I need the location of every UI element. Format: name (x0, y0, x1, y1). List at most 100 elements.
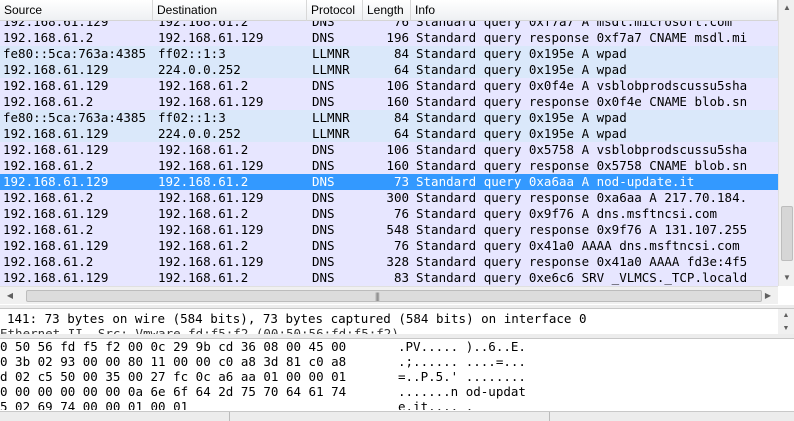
hex-dump-line[interactable]: 0 3b 02 93 00 00 80 11 00 00 c0 a8 3d 81… (0, 354, 794, 369)
column-header-protocol[interactable]: Protocol (307, 0, 363, 21)
packet-length: 64 (393, 62, 409, 77)
scroll-down-icon[interactable]: ▼ (778, 322, 794, 334)
packet-info: Standard query 0x41a0 AAAA dns.msftncsi.… (416, 238, 740, 253)
hex-bytes: 0 3b 02 93 00 00 80 11 00 00 c0 a8 3d 81… (0, 354, 347, 369)
scroll-up-icon[interactable]: ▲ (779, 0, 794, 16)
packet-length: 160 (386, 94, 409, 109)
packet-row[interactable]: fe80::5ca:763a:4385 ff02::1:3 LLMNR 84 Stand… (0, 46, 778, 62)
packet-destination: 192.168.61.129 (158, 158, 264, 173)
packet-info: Standard query 0x0f4e A vsblobprodscussu… (416, 78, 748, 93)
packet-source: 192.168.61.129 (3, 142, 109, 157)
packet-source: 192.168.61.2 (3, 222, 94, 237)
scroll-grip-icon: ||| (375, 291, 380, 301)
packet-source: 192.168.61.129 (3, 78, 109, 93)
vertical-scroll-thumb[interactable] (781, 206, 793, 261)
packet-protocol: DNS (312, 222, 335, 237)
packet-row[interactable]: 192.168.61.129 224.0.0.252 LLMNR 64 Standard… (0, 62, 778, 78)
packet-length: 73 (393, 174, 409, 189)
packet-protocol: LLMNR (312, 46, 350, 61)
status-profile-segment (552, 412, 794, 421)
packet-destination: 192.168.61.2 (158, 174, 249, 189)
packet-length: 328 (386, 254, 409, 269)
packet-info: Standard query 0xa6aa A nod-update.it (416, 174, 695, 189)
packet-destination: 192.168.61.129 (158, 190, 264, 205)
packet-protocol: DNS (312, 94, 335, 109)
packet-length: 64 (393, 126, 409, 141)
packet-protocol: DNS (312, 206, 335, 221)
hex-dump-line[interactable]: 5 02 69 74 00 00 01 00 01 e.it.... . (0, 399, 794, 410)
packet-row[interactable]: 192.168.61.129 192.168.61.2 DNS 106 Standard… (0, 78, 778, 94)
packet-length: 83 (393, 270, 409, 285)
packet-source: fe80::5ca:763a:4385 (3, 110, 146, 125)
packet-protocol: DNS (312, 78, 335, 93)
packet-source: 192.168.61.129 (3, 174, 109, 189)
frame-summary-line[interactable]: 141: 73 bytes on wire (584 bits), 73 byt… (7, 311, 586, 327)
column-header-length[interactable]: Length (363, 0, 411, 21)
packet-row[interactable]: 192.168.61.2 192.168.61.129 DNS 328 Standard… (0, 254, 778, 270)
packet-row[interactable]: 192.168.61.2 192.168.61.129 DNS 196 Standard… (0, 30, 778, 46)
packet-protocol: DNS (312, 190, 335, 205)
horizontal-scroll-thumb[interactable]: ||| (26, 290, 762, 302)
hex-dump-line[interactable]: 0 00 00 00 00 00 0a 6e 6f 64 2d 75 70 64… (0, 384, 794, 399)
packet-bytes-pane[interactable]: 0 50 56 fd f5 f2 00 0c 29 9b cd 36 08 00… (0, 338, 794, 410)
packet-details-pane[interactable]: 141: 73 bytes on wire (584 bits), 73 byt… (0, 308, 794, 334)
hex-bytes: d 02 c5 50 00 35 00 27 fc 0c a6 aa 01 00… (0, 369, 347, 384)
ascii-bytes: =..P.5.' ........ (398, 369, 526, 384)
packet-length: 106 (386, 142, 409, 157)
column-header-destination[interactable]: Destination (153, 0, 307, 21)
packet-destination: 192.168.61.129 (158, 254, 264, 269)
column-header-source[interactable]: Source (0, 0, 153, 21)
status-bar (0, 411, 794, 421)
packet-info: Standard query 0x5758 A vsblobprodscussu… (416, 142, 748, 157)
status-file-segment (0, 412, 230, 421)
packet-destination: 192.168.61.2 (158, 206, 249, 221)
packet-list-rows[interactable]: 192.168.61.129 192.168.61.2 DNS 76 Standard … (0, 14, 778, 286)
packet-length: 160 (386, 158, 409, 173)
packet-length: 76 (393, 206, 409, 221)
packet-list-horizontal-scrollbar[interactable]: ◀ ||| ▶ (0, 286, 778, 304)
packet-info: Standard query response 0x0f4e CNAME blo… (416, 94, 748, 109)
column-header-info[interactable]: Info (411, 0, 778, 21)
scroll-right-icon[interactable]: ▶ (760, 287, 776, 305)
packet-row[interactable]: 192.168.61.2 192.168.61.129 DNS 548 Standard… (0, 222, 778, 238)
packet-row[interactable]: 192.168.61.129 192.168.61.2 DNS 106 Standard… (0, 142, 778, 158)
details-vertical-scrollbar[interactable]: ▲ ▼ (778, 309, 794, 334)
packet-info: Standard query response 0xf7a7 CNAME msd… (416, 30, 748, 45)
scroll-down-icon[interactable]: ▼ (779, 270, 794, 286)
packet-source: 192.168.61.2 (3, 254, 94, 269)
packet-destination: 192.168.61.2 (158, 238, 249, 253)
packet-destination: ff02::1:3 (158, 110, 226, 125)
packet-length: 106 (386, 78, 409, 93)
packet-list-vertical-scrollbar[interactable]: ▲ ▼ (778, 0, 794, 286)
packet-destination: 192.168.61.2 (158, 142, 249, 157)
ascii-bytes: e.it.... . (398, 399, 474, 410)
packet-info: Standard query response 0x41a0 AAAA fd3e… (416, 254, 748, 269)
ascii-bytes: .;...... ....=... (398, 354, 526, 369)
packet-source: 192.168.61.129 (3, 206, 109, 221)
packet-row[interactable]: 192.168.61.129 192.168.61.2 DNS 76 Standard … (0, 206, 778, 222)
packet-info: Standard query 0x195e A wpad (416, 126, 627, 141)
packet-row-selected[interactable]: 192.168.61.129 192.168.61.2 DNS 73 Standard … (0, 174, 778, 190)
packet-length: 84 (393, 110, 409, 125)
ethernet-summary-line[interactable]: Ethernet II, Src: Vmware_fd:f5:f2 (00:50… (0, 326, 399, 334)
packet-row[interactable]: 192.168.61.129 192.168.61.2 DNS 76 Standard … (0, 238, 778, 254)
packet-row[interactable]: 192.168.61.2 192.168.61.129 DNS 160 Standard… (0, 94, 778, 110)
packet-list[interactable]: 192.168.61.129 192.168.61.2 DNS 76 Standard … (0, 0, 794, 305)
scroll-up-icon[interactable]: ▲ (778, 309, 794, 322)
packet-info: Standard query response 0xa6aa A 217.70.… (416, 190, 748, 205)
packet-protocol: LLMNR (312, 110, 350, 125)
packet-row[interactable]: 192.168.61.2 192.168.61.129 DNS 160 Standard… (0, 158, 778, 174)
packet-source: fe80::5ca:763a:4385 (3, 46, 146, 61)
packet-row[interactable]: 192.168.61.129 224.0.0.252 LLMNR 64 Standard… (0, 126, 778, 142)
packet-row[interactable]: 192.168.61.2 192.168.61.129 DNS 300 Standard… (0, 190, 778, 206)
packet-destination: ff02::1:3 (158, 46, 226, 61)
hex-dump-line[interactable]: 0 50 56 fd f5 f2 00 0c 29 9b cd 36 08 00… (0, 339, 794, 354)
hex-dump-line[interactable]: d 02 c5 50 00 35 00 27 fc 0c a6 aa 01 00… (0, 369, 794, 384)
packet-row[interactable]: 192.168.61.129 192.168.61.2 DNS 83 Standard … (0, 270, 778, 286)
scroll-left-icon[interactable]: ◀ (2, 287, 18, 305)
packet-row[interactable]: fe80::5ca:763a:4385 ff02::1:3 LLMNR 84 Stand… (0, 110, 778, 126)
packet-protocol: LLMNR (312, 126, 350, 141)
packet-source: 192.168.61.129 (3, 62, 109, 77)
packet-source: 192.168.61.2 (3, 30, 94, 45)
packet-protocol: DNS (312, 30, 335, 45)
